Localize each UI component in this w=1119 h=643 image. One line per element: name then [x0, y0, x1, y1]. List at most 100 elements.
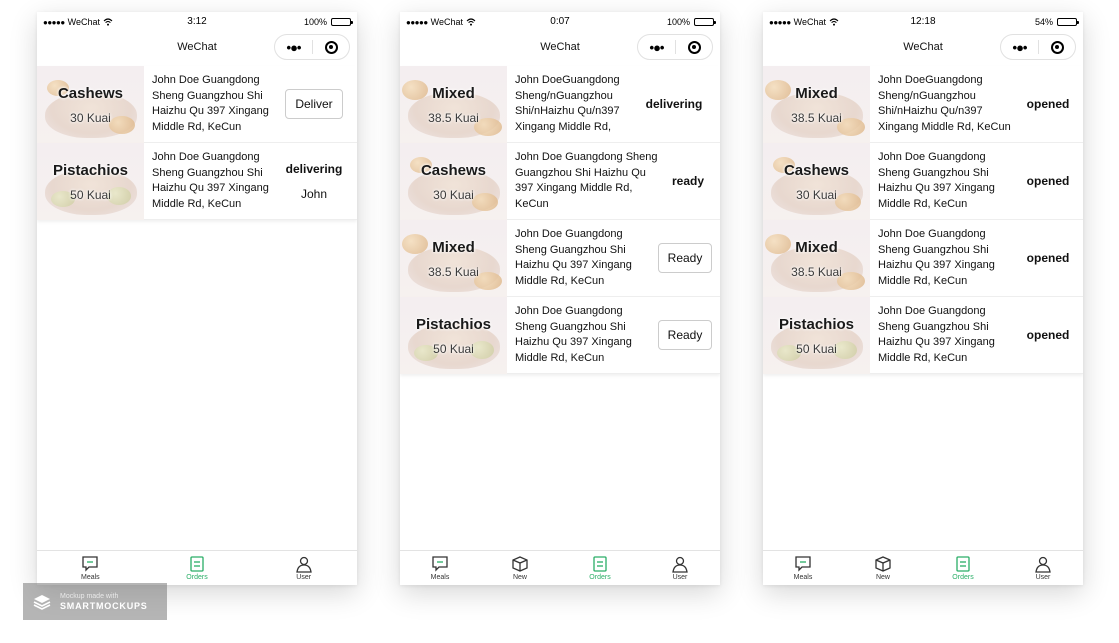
delivery-address: John Doe Guangdong Sheng Guangzhou Shi H…: [515, 305, 632, 364]
battery-percent: 100%: [666, 17, 690, 27]
ready-button[interactable]: Ready: [657, 243, 713, 273]
meal-thumbnail: Pistachios 50 Kuai: [763, 297, 870, 374]
tab-meals[interactable]: Meals: [763, 551, 843, 585]
tab-orders[interactable]: Orders: [144, 551, 251, 585]
order-row[interactable]: Pistachios 50 Kuai John Doe Guangdong Sh…: [37, 143, 357, 220]
meal-name: Mixed: [432, 85, 475, 102]
tab-label: New: [512, 574, 527, 581]
meal-price: 38.5 Kuai: [428, 111, 479, 125]
close-target-icon[interactable]: [676, 40, 712, 54]
order-row[interactable]: Mixed 38.5 Kuai John DoeGuangdong Sheng/…: [400, 66, 720, 143]
order-list: Mixed 38.5 Kuai John DoeGuangdong Sheng/…: [763, 66, 1083, 374]
meal-price: 50 Kuai: [433, 342, 474, 356]
watermark-caption: Mockup made with: [60, 592, 119, 600]
user-icon: [1035, 556, 1051, 573]
meal-price: 50 Kuai: [796, 342, 837, 356]
meal-name: Mixed: [795, 85, 838, 102]
delivery-address: John Doe Guangdong Sheng Guangzhou Shi H…: [878, 228, 995, 287]
tab-new[interactable]: New: [480, 551, 560, 585]
tab-label: Meals: [430, 574, 450, 581]
tab-label: Orders: [952, 574, 974, 581]
meal-thumbnail: Mixed 38.5 Kuai: [763, 220, 870, 297]
layers-icon: [33, 594, 51, 610]
more-icon[interactable]: •●•: [1001, 40, 1038, 55]
order-row[interactable]: Cashews 30 Kuai John Doe Guangdong Sheng…: [400, 143, 720, 220]
orders-icon: [593, 556, 607, 572]
meal-name: Cashews: [57, 85, 124, 102]
delivery-address: John Doe Guangdong Sheng Guangzhou Shi H…: [515, 228, 632, 287]
meal-name: Mixed: [795, 239, 838, 256]
order-list: Mixed 38.5 Kuai John DoeGuangdong Sheng/…: [400, 66, 720, 374]
meal-price: 30 Kuai: [70, 111, 111, 125]
mini-program-capsule: •●•: [637, 34, 713, 60]
battery-icon: [694, 18, 716, 26]
order-status: opened: [1026, 251, 1070, 265]
tab-label: Meals: [793, 574, 813, 581]
tab-orders[interactable]: Orders: [923, 551, 1003, 585]
orders-icon: [956, 556, 970, 572]
close-target-icon[interactable]: [313, 40, 349, 54]
meal-price: 30 Kuai: [796, 188, 837, 202]
tab-user[interactable]: User: [1003, 551, 1083, 585]
meal-thumbnail: Cashews 30 Kuai: [400, 143, 507, 220]
delivery-address: John Doe Guangdong Sheng Guangzhou Shi H…: [878, 305, 995, 364]
order-status: delivering: [285, 161, 343, 176]
meal-thumbnail: Pistachios 50 Kuai: [400, 297, 507, 374]
order-row[interactable]: Mixed 38.5 Kuai John Doe Guangdong Sheng…: [400, 220, 720, 297]
meal-name: Cashews: [783, 162, 850, 179]
box-icon: [512, 556, 528, 572]
meal-name: Pistachios: [778, 316, 855, 333]
ready-button[interactable]: Ready: [657, 320, 713, 350]
deliver-button[interactable]: Deliver: [285, 89, 343, 119]
status-bar: ●●●●● WeChat 3:12 100%: [37, 12, 357, 32]
order-row[interactable]: Pistachios 50 Kuai John Doe Guangdong Sh…: [763, 297, 1083, 374]
tab-meals[interactable]: Meals: [400, 551, 480, 585]
tab-label: User: [672, 574, 688, 581]
tab-user[interactable]: User: [250, 551, 357, 585]
phone-screen-1: ●●●●● WeChat 3:12 100% WeChat •●• Cashews…: [37, 12, 357, 585]
tab-user[interactable]: User: [640, 551, 720, 585]
watermark-brand: SMARTMOCKUPS: [60, 600, 148, 611]
delivery-address: John DoeGuangdong Sheng/nGuangzhou Shi/n…: [878, 74, 1011, 133]
delivery-address: John Doe Guangdong Sheng Guangzhou Shi H…: [878, 151, 995, 210]
order-row[interactable]: Cashews 30 Kuai John Doe Guangdong Sheng…: [763, 143, 1083, 220]
orders-icon: [190, 556, 204, 572]
order-row[interactable]: Pistachios 50 Kuai John Doe Guangdong Sh…: [400, 297, 720, 374]
order-status: opened: [1026, 328, 1070, 342]
courier-name: John: [300, 186, 328, 201]
mini-program-capsule: •●•: [1000, 34, 1076, 60]
more-icon[interactable]: •●•: [275, 40, 312, 55]
tab-label: Orders: [186, 574, 208, 581]
tab-new[interactable]: New: [843, 551, 923, 585]
meal-name: Cashews: [420, 162, 487, 179]
user-icon: [672, 556, 688, 573]
tab-bar: Meals Orders User: [37, 550, 357, 585]
status-bar: ●●●●● WeChat 12:18 54%: [763, 12, 1083, 32]
close-target-icon[interactable]: [1039, 40, 1075, 54]
tab-label: Orders: [589, 574, 611, 581]
nav-bar: WeChat •●•: [763, 32, 1083, 66]
meal-price: 30 Kuai: [433, 188, 474, 202]
meal-price: 38.5 Kuai: [428, 265, 479, 279]
meal-name: Pistachios: [415, 316, 492, 333]
more-icon[interactable]: •●•: [638, 40, 675, 55]
tab-label: New: [875, 574, 890, 581]
chat-icon: [432, 556, 448, 572]
battery-percent: 54%: [1034, 17, 1053, 27]
order-row[interactable]: Mixed 38.5 Kuai John Doe Guangdong Sheng…: [763, 220, 1083, 297]
chat-icon: [82, 556, 98, 572]
meal-thumbnail: Cashews 30 Kuai: [763, 143, 870, 220]
meal-name: Pistachios: [52, 162, 129, 179]
meal-thumbnail: Mixed 38.5 Kuai: [400, 66, 507, 143]
order-status: ready: [671, 174, 705, 188]
tab-orders[interactable]: Orders: [560, 551, 640, 585]
order-row[interactable]: Mixed 38.5 Kuai John DoeGuangdong Sheng/…: [763, 66, 1083, 143]
meal-name: Mixed: [432, 239, 475, 256]
order-row[interactable]: Cashews 30 Kuai John Doe Guangdong Sheng…: [37, 66, 357, 143]
meal-thumbnail: Mixed 38.5 Kuai: [400, 220, 507, 297]
meal-price: 50 Kuai: [70, 188, 111, 202]
delivery-address: John DoeGuangdong Sheng/nGuangzhou Shi/n…: [515, 74, 620, 137]
meal-price: 38.5 Kuai: [791, 265, 842, 279]
tab-meals[interactable]: Meals: [37, 551, 144, 585]
phone-screen-2: ●●●●● WeChat 0:07 100% WeChat •●• Mixed 3…: [400, 12, 720, 585]
